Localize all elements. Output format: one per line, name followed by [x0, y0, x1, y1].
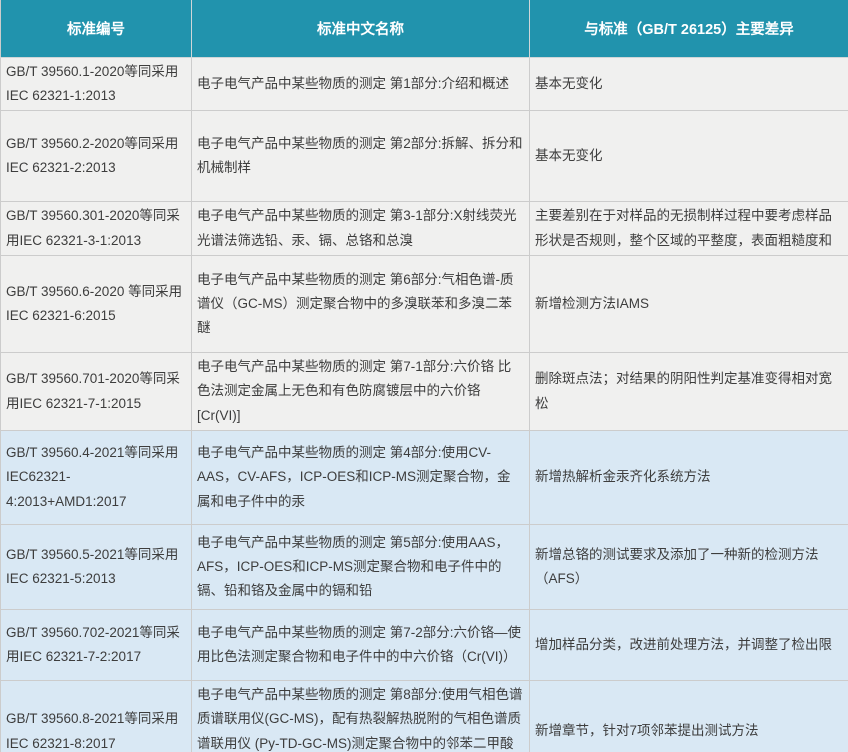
standard-code-cell: GB/T 39560.1-2020等同采用IEC 62321-1:2013 — [1, 57, 192, 111]
difference-cell: 基本无变化 — [530, 57, 848, 111]
standard-name-cell: 电子电气产品中某些物质的测定 第1部分:介绍和概述 — [192, 57, 530, 111]
standard-name-cell: 电子电气产品中某些物质的测定 第4部分:使用CV-AAS，CV-AFS，ICP-… — [192, 430, 530, 524]
header-cell-main-differences: 与标准（GB/T 26125）主要差异 — [530, 0, 848, 57]
standard-name-cell: 电子电气产品中某些物质的测定 第3-1部分:X射线荧光光谱法筛选铅、汞、镉、总铬… — [192, 202, 530, 256]
difference-cell: 新增总铬的测试要求及添加了一种新的检测方法（AFS） — [530, 524, 848, 609]
difference-cell: 新增章节，针对7项邻苯提出测试方法 — [530, 680, 848, 752]
header-cell-standard-code: 标准编号 — [1, 0, 192, 57]
difference-cell: 删除斑点法；对结果的阴阳性判定基准变得相对宽松 — [530, 353, 848, 431]
standard-name-cell: 电子电气产品中某些物质的测定 第6部分:气相色谱-质谱仪（GC-MS）测定聚合物… — [192, 256, 530, 353]
table-row: GB/T 39560.2-2020等同采用IEC 62321-2:2013 电子… — [1, 111, 848, 202]
table-row: GB/T 39560.8-2021等同采用 IEC 62321-8:2017 电… — [1, 680, 848, 752]
difference-cell: 新增热解析金汞齐化系统方法 — [530, 430, 848, 524]
standard-name-cell: 电子电气产品中某些物质的测定 第2部分:拆解、拆分和机械制样 — [192, 111, 530, 202]
difference-cell: 基本无变化 — [530, 111, 848, 202]
standard-name-cell: 电子电气产品中某些物质的测定 第5部分:使用AAS，AFS，ICP-OES和IC… — [192, 524, 530, 609]
standard-name-cell: 电子电气产品中某些物质的测定 第7-1部分:六价铬 比色法测定金属上无色和有色防… — [192, 353, 530, 431]
difference-cell: 新增检测方法IAMS — [530, 256, 848, 353]
header-cell-standard-name: 标准中文名称 — [192, 0, 530, 57]
standards-comparison-table: 标准编号 标准中文名称 与标准（GB/T 26125）主要差异 GB/T 395… — [0, 0, 848, 752]
standard-code-cell: GB/T 39560.6-2020 等同采用 IEC 62321-6:2015 — [1, 256, 192, 353]
standard-code-cell: GB/T 39560.4-2021等同采用IEC62321-4:2013+AMD… — [1, 430, 192, 524]
standard-code-cell: GB/T 39560.301-2020等同采用IEC 62321-3-1:201… — [1, 202, 192, 256]
table-row: GB/T 39560.4-2021等同采用IEC62321-4:2013+AMD… — [1, 430, 848, 524]
table-row: GB/T 39560.1-2020等同采用IEC 62321-1:2013 电子… — [1, 57, 848, 111]
table-row: GB/T 39560.702-2021等同采用IEC 62321-7-2:201… — [1, 609, 848, 680]
table-header-row: 标准编号 标准中文名称 与标准（GB/T 26125）主要差异 — [1, 0, 848, 57]
standard-code-cell: GB/T 39560.701-2020等同采用IEC 62321-7-1:201… — [1, 353, 192, 431]
standard-code-cell: GB/T 39560.5-2021等同采用 IEC 62321-5:2013 — [1, 524, 192, 609]
page: 标准编号 标准中文名称 与标准（GB/T 26125）主要差异 GB/T 395… — [0, 0, 848, 752]
standard-name-cell: 电子电气产品中某些物质的测定 第8部分:使用气相色谱质谱联用仪(GC-MS)，配… — [192, 680, 530, 752]
standard-code-cell: GB/T 39560.8-2021等同采用 IEC 62321-8:2017 — [1, 680, 192, 752]
difference-cell: 增加样品分类，改进前处理方法，并调整了检出限 — [530, 609, 848, 680]
standard-name-cell: 电子电气产品中某些物质的测定 第7-2部分:六价铬—使用比色法测定聚合物和电子件… — [192, 609, 530, 680]
table-row: GB/T 39560.5-2021等同采用 IEC 62321-5:2013 电… — [1, 524, 848, 609]
difference-cell: 主要差别在于对样品的无损制样过程中要考虑样品形状是否规则，整个区域的平整度，表面… — [530, 202, 848, 256]
table-row: GB/T 39560.301-2020等同采用IEC 62321-3-1:201… — [1, 202, 848, 256]
standard-code-cell: GB/T 39560.2-2020等同采用IEC 62321-2:2013 — [1, 111, 192, 202]
standard-code-cell: GB/T 39560.702-2021等同采用IEC 62321-7-2:201… — [1, 609, 192, 680]
table-row: GB/T 39560.6-2020 等同采用 IEC 62321-6:2015 … — [1, 256, 848, 353]
table-row: GB/T 39560.701-2020等同采用IEC 62321-7-1:201… — [1, 353, 848, 431]
